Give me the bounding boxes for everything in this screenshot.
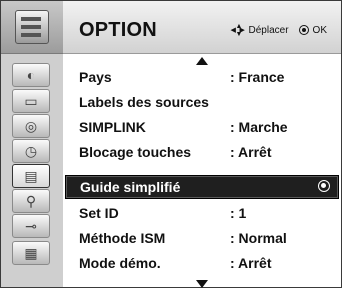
menu-header: OPTION ▲ ◀ ▶ ▼ Déplacer OK	[63, 1, 341, 54]
item-value: : Arrêt	[230, 144, 272, 160]
item-value: : Arrêt	[230, 255, 272, 271]
item-label: Guide simplifié	[80, 179, 181, 195]
item-value: : France	[230, 69, 285, 85]
disc-icon[interactable]: ◐	[12, 63, 50, 87]
list-item-set-id[interactable]: Set ID : 1	[63, 200, 341, 225]
option-menu-window: ◐ ▭ ◎ ◷ ▤ ⚲ ⊸ ▦ OPTION ▲ ◀ ▶ ▼ Déplacer …	[0, 0, 342, 288]
list-item-guide-simplifie[interactable]: Guide simplifié	[65, 175, 339, 199]
item-label: Méthode ISM	[79, 230, 166, 246]
ok-hint-label: OK	[312, 24, 327, 36]
scroll-down-arrow-icon[interactable]	[196, 280, 208, 288]
option-list: Pays : France Labels des sources SIMPLIN…	[63, 54, 341, 288]
move-hint-label: Déplacer	[248, 24, 289, 36]
photo-icon[interactable]: ▦	[12, 241, 50, 265]
item-value: : Normal	[230, 230, 287, 246]
sidebar-header	[1, 1, 63, 54]
ok-button-icon	[298, 25, 309, 35]
item-label: SIMPLINK	[79, 119, 146, 135]
item-label: Labels des sources	[79, 94, 209, 110]
item-label: Pays	[79, 69, 112, 85]
list-item-labels-des-sources[interactable]: Labels des sources	[63, 89, 341, 114]
option-category-icon	[15, 10, 49, 44]
menu-title: OPTION	[79, 19, 157, 41]
display-icon[interactable]: ▭	[12, 89, 50, 113]
move-arrows-icon: ▲ ◀ ▶ ▼	[230, 23, 245, 38]
audio-icon[interactable]: ◎	[12, 114, 50, 138]
list-item-blocage-touches[interactable]: Blocage touches : Arrêt	[63, 139, 341, 164]
item-label: Set ID	[79, 205, 119, 221]
list-item-mode-demo[interactable]: Mode démo. : Arrêt	[63, 250, 341, 275]
option-icon[interactable]: ▤	[12, 164, 50, 188]
lock-icon[interactable]: ⚲	[12, 189, 50, 213]
list-item-pays[interactable]: Pays : France	[63, 64, 341, 89]
list-item-simplink[interactable]: SIMPLINK : Marche	[63, 114, 341, 139]
selected-indicator-icon	[318, 180, 330, 192]
item-value: : 1	[230, 205, 247, 221]
item-label: Blocage touches	[79, 144, 192, 160]
item-label: Mode démo.	[79, 255, 161, 271]
input-icon[interactable]: ⊸	[12, 214, 50, 238]
menu-sidebar: ◐ ▭ ◎ ◷ ▤ ⚲ ⊸ ▦	[1, 1, 63, 287]
item-value: : Marche	[230, 119, 288, 135]
clock-icon[interactable]: ◷	[12, 139, 50, 163]
nav-hint: ▲ ◀ ▶ ▼ Déplacer OK	[230, 23, 327, 38]
list-item-methode-ism[interactable]: Méthode ISM : Normal	[63, 225, 341, 250]
